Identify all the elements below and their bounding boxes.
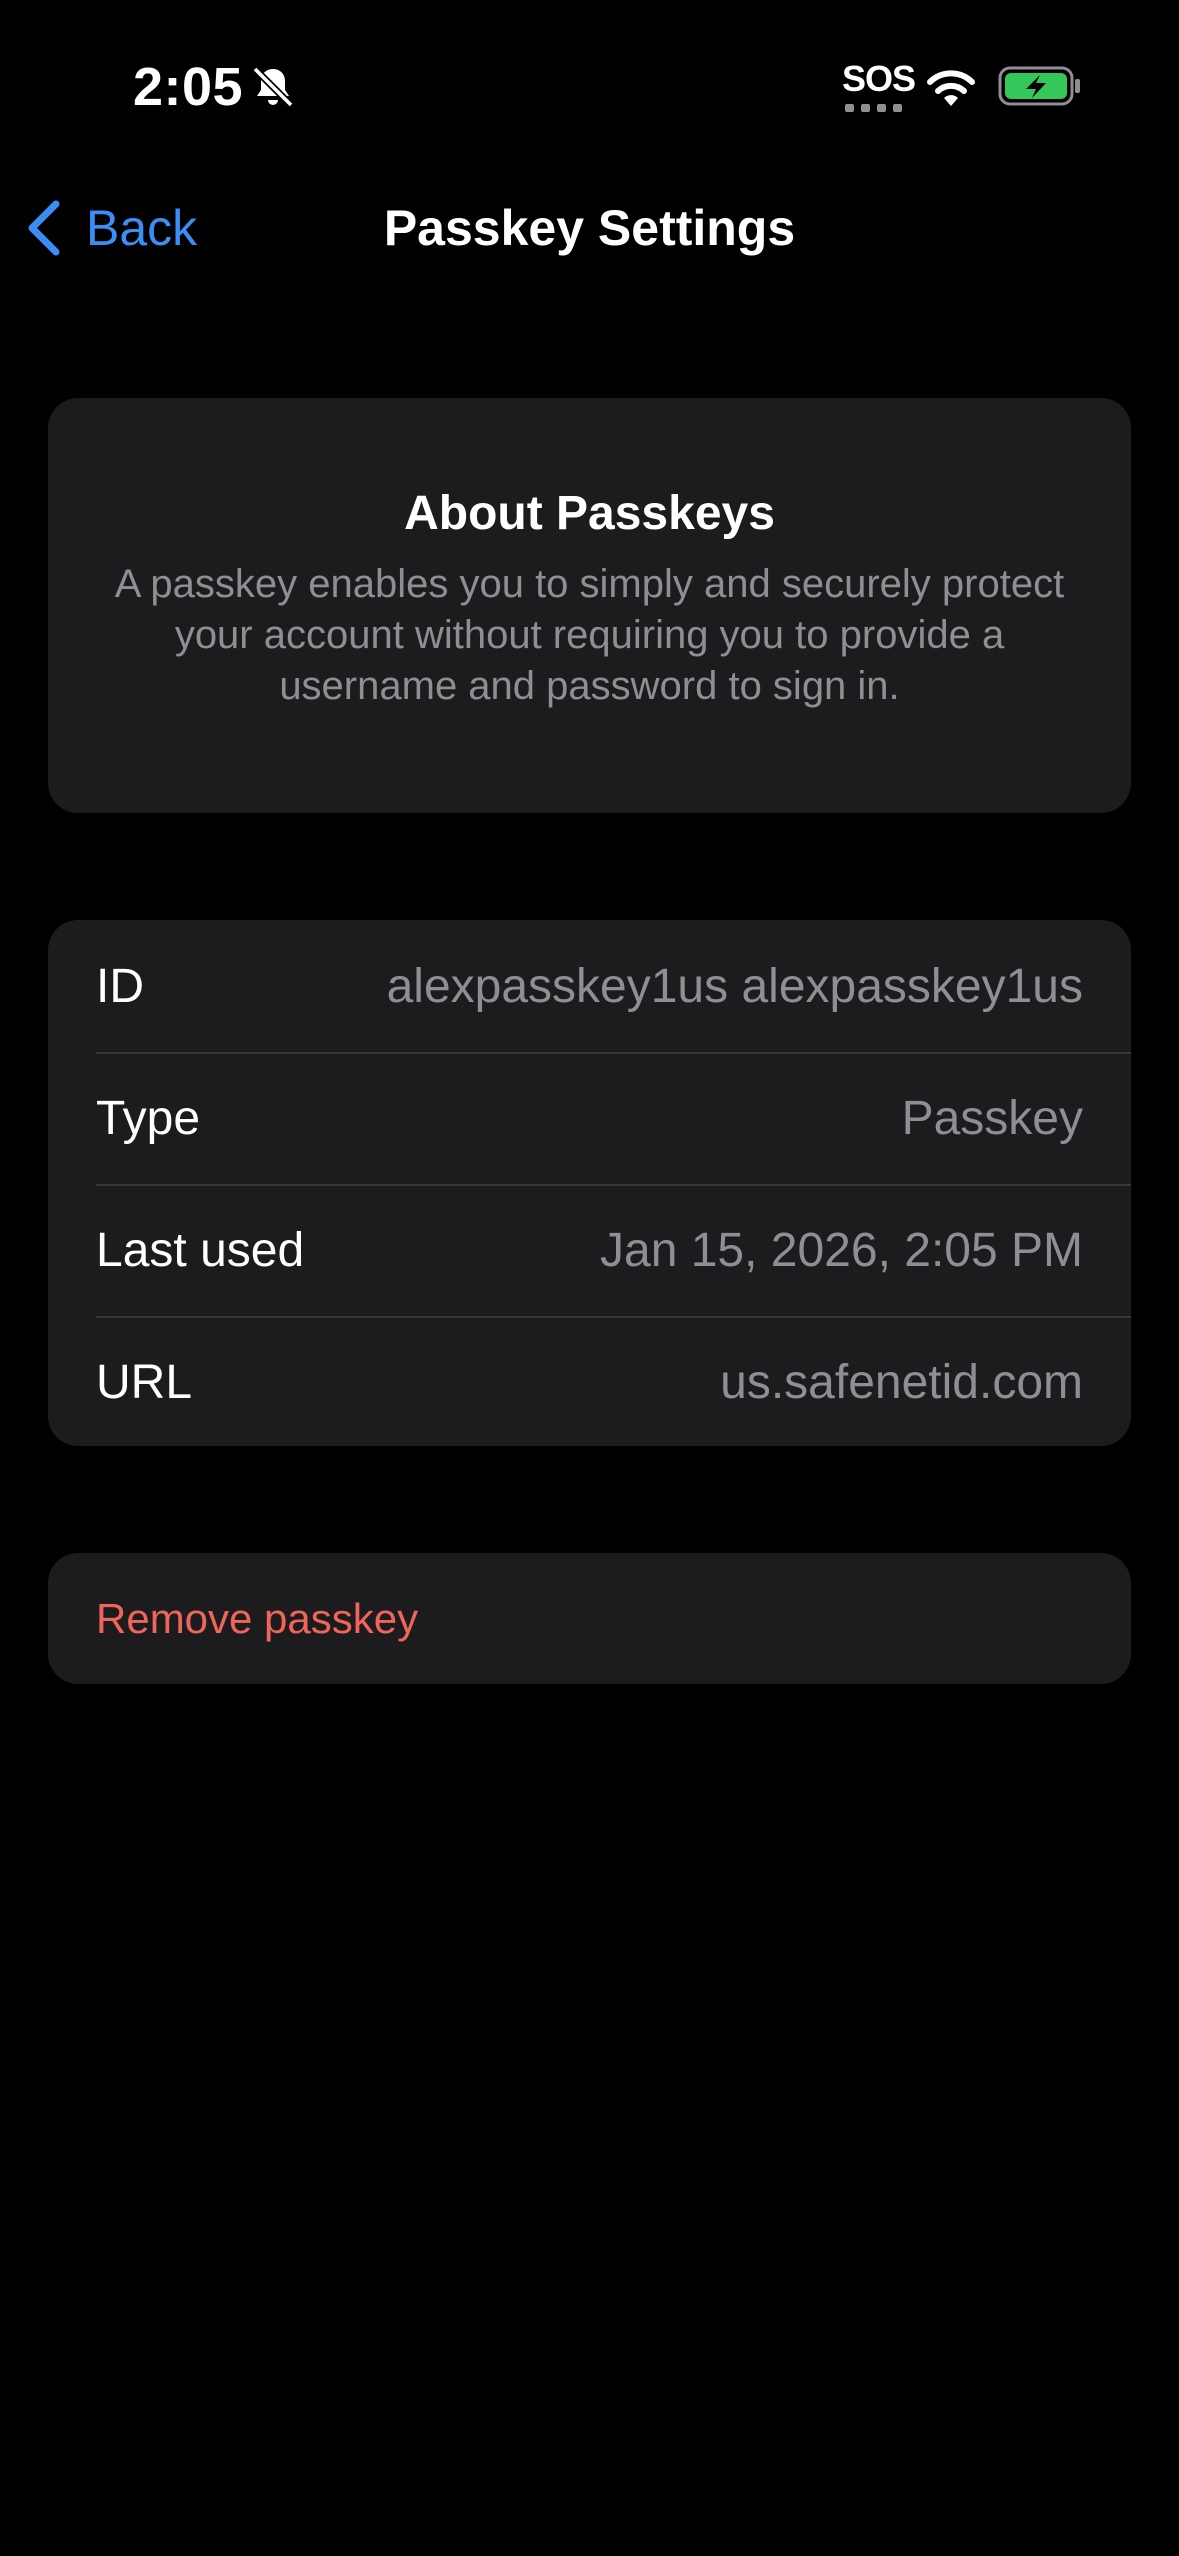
about-passkeys-card: About Passkeys A passkey enables you to … <box>48 398 1131 813</box>
battery-charging-icon <box>998 66 1080 106</box>
detail-label: Last used <box>96 1223 305 1277</box>
detail-value: alexpasskey1us alexpasskey1us <box>386 959 1083 1013</box>
about-title: About Passkeys <box>404 487 775 540</box>
detail-row-type: Type Passkey <box>48 1052 1131 1184</box>
remove-passkey-label: Remove passkey <box>96 1594 419 1642</box>
detail-label: Type <box>96 1091 201 1145</box>
detail-label: ID <box>96 959 144 1013</box>
sos-indicator: SOS <box>842 58 916 99</box>
remove-passkey-button[interactable]: Remove passkey <box>48 1553 1131 1684</box>
status-bar: 2:05 SOS <box>0 0 1179 170</box>
status-time: 2:05 <box>133 57 244 117</box>
detail-value: Jan 15, 2026, 2:05 PM <box>600 1223 1083 1277</box>
detail-row-last-used: Last used Jan 15, 2026, 2:05 PM <box>48 1184 1131 1316</box>
passkey-details-card: ID alexpasskey1us alexpasskey1us Type Pa… <box>48 920 1131 1446</box>
about-description: A passkey enables you to simply and secu… <box>114 562 1065 708</box>
detail-value: us.safenetid.com <box>720 1355 1083 1409</box>
detail-value: Passkey <box>901 1091 1083 1145</box>
detail-row-url: URL us.safenetid.com <box>48 1316 1131 1446</box>
detail-label: URL <box>96 1355 193 1409</box>
detail-row-id: ID alexpasskey1us alexpasskey1us <box>48 920 1131 1052</box>
bell-slash-icon <box>252 66 294 108</box>
signal-dots-icon <box>845 104 902 112</box>
page-title: Passkey Settings <box>383 200 796 256</box>
wifi-icon <box>927 70 975 106</box>
